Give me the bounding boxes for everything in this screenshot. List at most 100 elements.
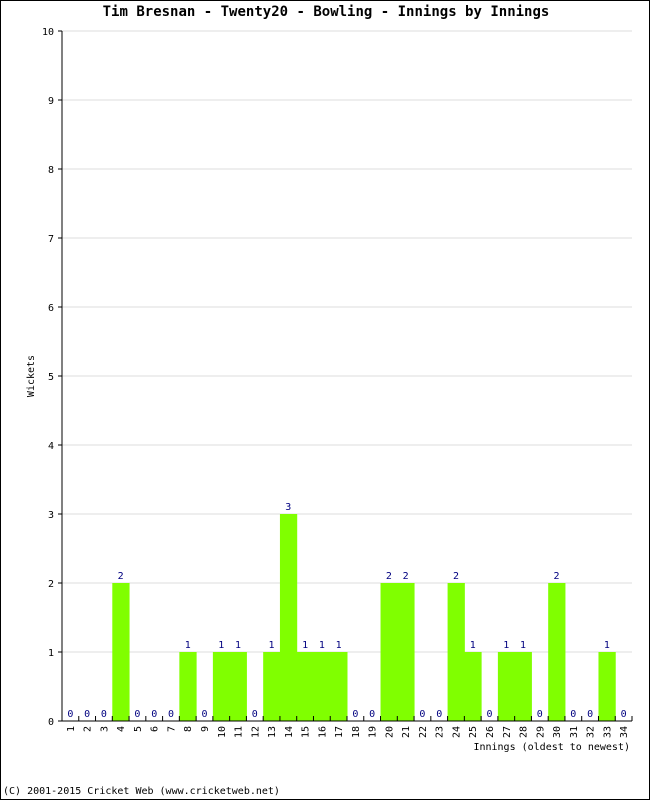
x-tick-label: 24 xyxy=(451,726,462,738)
copyright-footer: (C) 2001-2015 Cricket Web (www.cricketwe… xyxy=(3,786,280,797)
bar xyxy=(447,583,465,721)
x-tick-label: 33 xyxy=(602,726,613,738)
bar-value-label: 0 xyxy=(168,709,174,720)
x-tick-label: 21 xyxy=(401,726,412,738)
x-tick-label: 26 xyxy=(485,726,496,738)
x-tick-label: 18 xyxy=(351,726,362,738)
y-tick-label: 3 xyxy=(48,510,54,521)
x-tick-label: 7 xyxy=(166,726,177,732)
bar-value-label: 0 xyxy=(419,709,425,720)
x-tick-label: 10 xyxy=(217,726,228,738)
bar xyxy=(548,583,566,721)
bar-value-label: 0 xyxy=(486,709,492,720)
x-tick-label: 1 xyxy=(66,726,77,732)
bar-value-label: 0 xyxy=(587,709,593,720)
bar-value-label: 2 xyxy=(403,571,409,582)
bar-value-label: 0 xyxy=(352,709,358,720)
bar-value-label: 0 xyxy=(436,709,442,720)
bar xyxy=(229,652,247,721)
x-tick-label: 19 xyxy=(368,726,379,738)
bar-value-label: 1 xyxy=(269,640,275,651)
bar xyxy=(330,652,348,721)
bar xyxy=(313,652,331,721)
x-tick-label: 3 xyxy=(99,726,110,732)
x-tick-labels: 1 2 3 4 5 6 7 8 9 10 11 12 13 14 15 16 17 18 19 20 21 22 23 24 2… xyxy=(66,726,630,738)
bar-value-label: 2 xyxy=(554,571,560,582)
bar xyxy=(380,583,398,721)
bar-value-label: 0 xyxy=(252,709,258,720)
bar-value-label: 0 xyxy=(84,709,90,720)
bar-value-label: 0 xyxy=(67,709,73,720)
x-tick-label: 20 xyxy=(384,726,395,738)
x-tick-label: 16 xyxy=(317,726,328,738)
bar xyxy=(212,652,231,721)
x-tick-label: 8 xyxy=(183,726,194,732)
bar-value-label: 1 xyxy=(235,640,241,651)
chart-frame: Tim Bresnan - Twenty20 - Bowling - Innin… xyxy=(0,0,650,800)
x-tick-label: 4 xyxy=(116,726,127,732)
bar-value-label: 2 xyxy=(118,571,124,582)
bar xyxy=(464,652,482,721)
x-axis-label: Innings (oldest to newest) xyxy=(473,742,630,753)
bar xyxy=(263,652,281,721)
x-tick-label: 22 xyxy=(418,726,429,738)
bar xyxy=(279,514,298,721)
y-axis-label: Wickets xyxy=(26,355,37,397)
bar xyxy=(397,583,415,721)
bar-value-label: 1 xyxy=(319,640,325,651)
bar xyxy=(497,652,516,721)
bar-value-label: 0 xyxy=(151,709,157,720)
bar-value-label: 0 xyxy=(369,709,375,720)
y-tick-label: 4 xyxy=(48,441,54,452)
bar xyxy=(112,583,130,721)
x-tick-label: 12 xyxy=(250,726,261,738)
y-tick-label: 1 xyxy=(48,648,54,659)
bar-value-label: 0 xyxy=(201,709,207,720)
x-tick-label: 5 xyxy=(133,726,144,732)
bar-value-label: 0 xyxy=(134,709,140,720)
x-tick-label: 29 xyxy=(535,726,546,738)
bar-value-label: 2 xyxy=(386,571,392,582)
y-tick-label: 8 xyxy=(48,165,54,176)
bar-value-label: 1 xyxy=(336,640,342,651)
bar xyxy=(514,652,532,721)
bar-value-label: 1 xyxy=(218,640,224,651)
x-tick-label: 17 xyxy=(334,726,345,738)
y-tick-label: 9 xyxy=(48,96,54,107)
x-tick-label: 32 xyxy=(586,726,597,738)
y-tick-label: 7 xyxy=(48,234,54,245)
bar-value-label: 0 xyxy=(570,709,576,720)
bar-chart: 0 0 020 0 0101 10131 1 10 02 20 02101 1020 010 01234… xyxy=(26,27,633,753)
x-tick-label: 6 xyxy=(150,726,161,732)
bar-value-label: 3 xyxy=(285,502,291,513)
bar-value-label: 0 xyxy=(537,709,543,720)
bar xyxy=(598,652,616,721)
x-tick-label: 9 xyxy=(200,726,211,732)
bar-value-label: 1 xyxy=(520,640,526,651)
bar xyxy=(296,652,314,721)
bar-value-label: 0 xyxy=(101,709,107,720)
bar-value-label: 1 xyxy=(302,640,308,651)
x-tick-label: 13 xyxy=(267,726,278,738)
x-tick-label: 27 xyxy=(502,726,513,738)
y-tick-label: 5 xyxy=(48,372,54,383)
x-tick-label: 23 xyxy=(435,726,446,738)
x-tick-label: 15 xyxy=(301,726,312,738)
x-tick-label: 28 xyxy=(519,726,530,738)
bar-value-label: 0 xyxy=(621,709,627,720)
x-tick-label: 34 xyxy=(619,726,630,738)
bar-value-label: 1 xyxy=(185,640,191,651)
x-tick-label: 25 xyxy=(468,726,479,738)
y-tick-label: 10 xyxy=(42,27,54,38)
y-tick-labels: 0 1 2 3 4 5 6 7 8 9 10 xyxy=(42,27,54,728)
bar-value-label: 1 xyxy=(604,640,610,651)
x-tick-label: 11 xyxy=(234,726,245,738)
bars xyxy=(112,514,616,721)
x-tick-label: 30 xyxy=(552,726,563,738)
gridlines xyxy=(62,30,632,653)
bar-value-label: 1 xyxy=(470,640,476,651)
x-tick-label: 2 xyxy=(83,726,94,732)
x-tick-label: 31 xyxy=(569,726,580,738)
y-tick-label: 6 xyxy=(48,303,54,314)
bar-value-label: 2 xyxy=(453,571,459,582)
